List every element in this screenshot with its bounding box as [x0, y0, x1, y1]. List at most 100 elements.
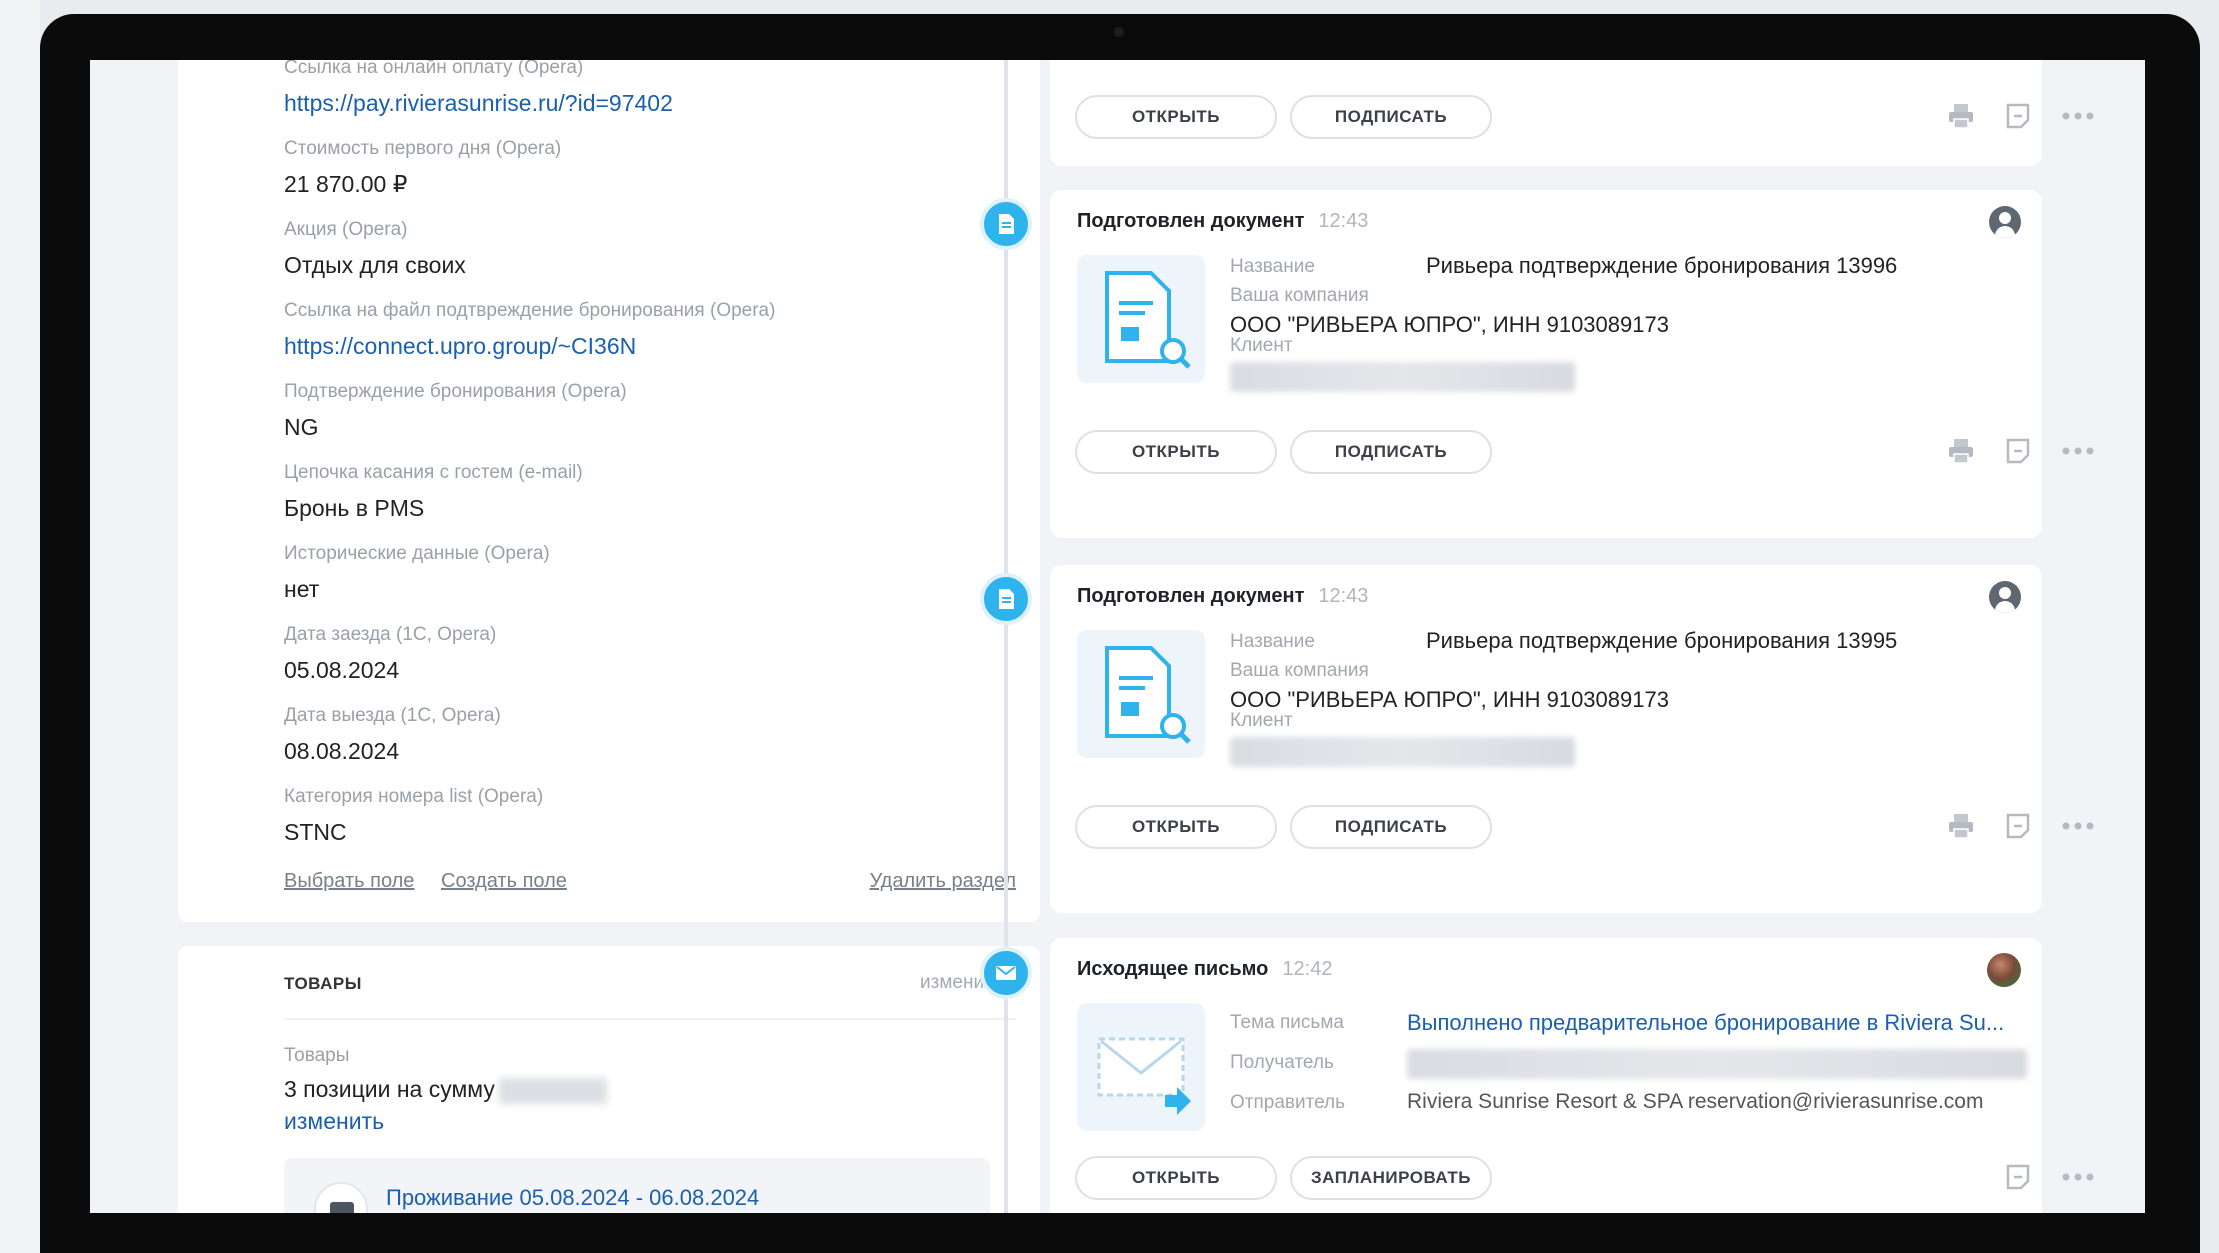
field-value: нет: [284, 576, 320, 602]
goods-edit-link[interactable]: изменить: [284, 1108, 384, 1135]
field-label: Цепочка касания с гостем (e-mail): [284, 462, 583, 483]
product-name-link[interactable]: Проживание 05.08.2024 - 06.08.2024: [386, 1185, 759, 1211]
field-value: 05.08.2024: [284, 657, 400, 683]
camera-dot: [1114, 27, 1124, 37]
company-value: ООО "РИВЬЕРА ЮПРО", ИНН 9103089173: [1230, 687, 1669, 712]
more-icon[interactable]: [2060, 1162, 2096, 1192]
create-field-link[interactable]: Создать поле: [441, 870, 567, 893]
fields-card: Ссылка на онлайн оплату (Opera) https://…: [178, 60, 1040, 922]
client-value-blurred: [1230, 737, 1575, 767]
field-label: Дата выезда (1С, Opera): [284, 705, 501, 726]
field-confirmation-file: Ссылка на файл подтвреждение бронировани…: [284, 299, 775, 360]
client-value-blurred: [1230, 362, 1575, 392]
event-title-text: Исходящее письмо: [1077, 958, 1269, 980]
note-icon[interactable]: [2003, 436, 2033, 466]
field-label: Ссылка на онлайн оплату (Opera): [284, 60, 584, 78]
field-check-in-date: Дата заезда (1С, Opera) 05.08.2024: [284, 623, 496, 684]
name-label: Название: [1230, 631, 1315, 652]
name-value: Ривьера подтверждение бронирования 13996: [1426, 253, 1898, 278]
mail-icon: [980, 947, 1032, 999]
divider: [284, 1018, 1016, 1020]
subject-label: Тема письма: [1230, 1012, 1344, 1033]
field-label: Категория номера list (Opera): [284, 786, 544, 807]
sign-button[interactable]: ПОДПИСАТЬ: [1290, 805, 1492, 849]
company-label: Ваша компания: [1230, 285, 1369, 306]
event-title: Подготовлен документ 12:43: [1077, 585, 1368, 608]
field-promotion: Акция (Opera) Отдых для своих: [284, 218, 466, 279]
field-label: Акция (Opera): [284, 219, 408, 240]
field-label: Подтверждение бронирования (Opera): [284, 381, 627, 402]
product-image-icon: [330, 1202, 354, 1213]
document-preview-icon[interactable]: [1077, 630, 1205, 758]
sign-button[interactable]: ПОДПИСАТЬ: [1290, 430, 1492, 474]
event-time: 12:43: [1318, 210, 1369, 232]
printer-icon[interactable]: [1946, 101, 1976, 131]
event-card-outgoing-email: Исходящее письмо 12:42 Тема письма Выполн…: [1050, 938, 2094, 1213]
event-title: Подготовлен документ 12:43: [1077, 210, 1368, 233]
client-label: Клиент: [1230, 335, 1293, 356]
event-time: 12:43: [1318, 585, 1369, 607]
printer-icon[interactable]: [1946, 811, 1976, 841]
event-title: Исходящее письмо 12:42: [1077, 958, 1332, 981]
schedule-button[interactable]: ЗАПЛАНИРОВАТЬ: [1290, 1156, 1492, 1200]
delete-section-link[interactable]: Удалить раздел: [870, 870, 1016, 893]
field-label: Дата заезда (1С, Opera): [284, 624, 497, 645]
field-label: Ссылка на файл подтвреждение бронировани…: [284, 300, 776, 321]
field-actions: Выбрать поле Создать поле Удалить раздел: [284, 870, 1016, 898]
user-avatar-icon[interactable]: [1989, 581, 2021, 613]
name-value: Ривьера подтверждение бронирования 13995: [1426, 628, 1898, 653]
sender-label: Отправитель: [1230, 1092, 1346, 1113]
field-value: 21 870.00 ₽: [284, 171, 408, 197]
field-value: NG: [284, 414, 319, 440]
field-first-day-cost: Стоимость первого дня (Opera) 21 870.00 …: [284, 137, 561, 198]
details-panel: Ссылка на онлайн оплату (Opera) https://…: [178, 60, 1040, 1213]
more-icon[interactable]: [2060, 436, 2096, 466]
document-preview-icon[interactable]: [1077, 255, 1205, 383]
open-button[interactable]: ОТКРЫТЬ: [1075, 805, 1277, 849]
field-value: Отдых для своих: [284, 252, 466, 278]
sender-value: Riviera Sunrise Resort & SPA reservation…: [1407, 1090, 1984, 1113]
more-icon[interactable]: [2060, 101, 2096, 131]
event-title-text: Подготовлен документ: [1077, 210, 1305, 232]
field-value: 08.08.2024: [284, 738, 400, 764]
name-label: Название: [1230, 256, 1315, 277]
event-title-text: Подготовлен документ: [1077, 585, 1305, 607]
goods-section-title: ТОВАРЫ: [284, 974, 362, 993]
field-room-category: Категория номера list (Opera) STNC: [284, 785, 543, 846]
event-card-document: Подготовлен документ 12:43 Название Ривье…: [1050, 565, 2094, 913]
subject-value-link[interactable]: Выполнено предварительное бронирование в…: [1407, 1010, 2017, 1036]
field-historical-data: Исторические данные (Opera) нет: [284, 542, 550, 603]
goods-summary: 3 позиции на сумму: [284, 1076, 607, 1104]
field-value-link[interactable]: https://pay.rivierasunrise.ru/?id=97402: [284, 89, 673, 117]
open-button[interactable]: ОТКРЫТЬ: [1075, 95, 1277, 139]
note-icon[interactable]: [2003, 101, 2033, 131]
goods-label: Товары: [284, 1045, 350, 1066]
printer-icon[interactable]: [1946, 436, 1976, 466]
field-value-link[interactable]: https://connect.upro.group/~CI36N: [284, 332, 775, 360]
email-preview-icon[interactable]: [1077, 1003, 1205, 1131]
document-icon: [980, 573, 1032, 625]
client-label: Клиент: [1230, 710, 1293, 731]
field-online-payment: Ссылка на онлайн оплату (Opera) https://…: [284, 60, 673, 117]
note-icon[interactable]: [2003, 1162, 2033, 1192]
sign-button[interactable]: ПОДПИСАТЬ: [1290, 95, 1492, 139]
company-value: ООО "РИВЬЕРА ЮПРО", ИНН 9103089173: [1230, 312, 1669, 337]
field-label: Исторические данные (Opera): [284, 543, 550, 564]
field-check-out-date: Дата выезда (1С, Opera) 08.08.2024: [284, 704, 501, 765]
user-avatar-icon[interactable]: [1989, 206, 2021, 238]
field-label: Стоимость первого дня (Opera): [284, 138, 562, 159]
screen: Ссылка на онлайн оплату (Opera) https://…: [90, 60, 2145, 1213]
field-guest-contact-chain: Цепочка касания с гостем (e-mail) Бронь …: [284, 461, 583, 522]
note-icon[interactable]: [2003, 811, 2033, 841]
open-button[interactable]: ОТКРЫТЬ: [1075, 1156, 1277, 1200]
event-card-previous: ОТКРЫТЬ ПОДПИСАТЬ: [1050, 60, 2094, 166]
desk-background: [0, 0, 40, 1253]
open-button[interactable]: ОТКРЫТЬ: [1075, 430, 1277, 474]
document-icon: [980, 198, 1032, 250]
event-card-document: Подготовлен документ 12:43 Название Ривье…: [1050, 190, 2094, 538]
more-icon[interactable]: [2060, 811, 2096, 841]
goods-summary-text: 3 позиции на сумму: [284, 1076, 495, 1102]
event-time: 12:42: [1282, 958, 1333, 980]
select-field-link[interactable]: Выбрать поле: [284, 870, 414, 893]
user-avatar[interactable]: [1987, 953, 2021, 987]
